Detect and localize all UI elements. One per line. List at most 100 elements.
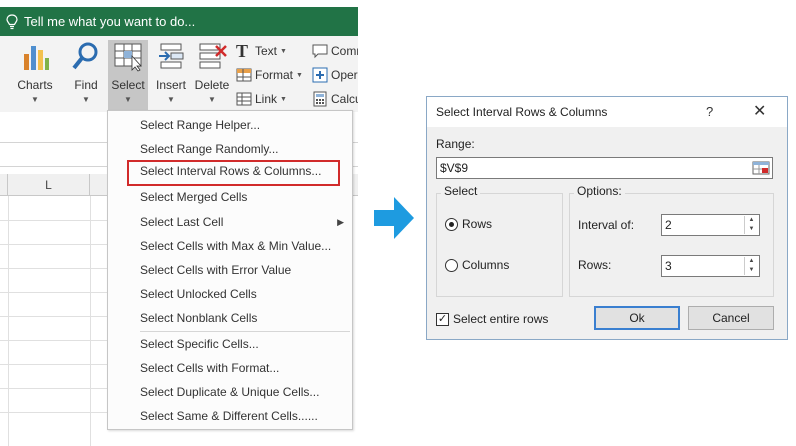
insert-button[interactable]: Insert ▼ xyxy=(152,40,190,110)
find-label: Find xyxy=(74,78,98,92)
grid-line xyxy=(0,220,110,221)
ok-button[interactable]: Ok xyxy=(594,306,680,330)
grid-line xyxy=(0,292,110,293)
menu-item-cells-with-format[interactable]: Select Cells with Format... xyxy=(108,357,352,379)
charts-button[interactable]: Charts ▼ xyxy=(12,40,58,110)
delete-label: Delete xyxy=(194,78,230,92)
menu-item-max-min-value[interactable]: Select Cells with Max & Min Value... xyxy=(108,235,352,257)
column-header-blank xyxy=(0,174,8,196)
tell-me-bar[interactable]: Tell me what you want to do... xyxy=(0,7,358,36)
range-input[interactable]: $V$9 xyxy=(436,157,773,179)
grid-line xyxy=(0,364,110,365)
spin-up-icon[interactable]: ▲ xyxy=(745,216,758,225)
rows-radio[interactable]: Rows xyxy=(445,217,492,231)
chevron-down-icon: ▼ xyxy=(208,95,216,104)
grid-line xyxy=(0,268,110,269)
rows-count-value: 3 xyxy=(665,259,672,273)
range-picker-icon[interactable] xyxy=(752,160,770,176)
spinner-buttons[interactable]: ▲ ▼ xyxy=(744,216,758,234)
grid-line xyxy=(0,412,110,413)
select-group-title: Select xyxy=(441,184,481,198)
close-icon[interactable]: ✕ xyxy=(753,101,766,121)
grid-line xyxy=(0,316,110,317)
menu-item-unlocked-cells[interactable]: Select Unlocked Cells xyxy=(108,283,352,305)
select-cells-icon xyxy=(114,43,142,72)
right-arrow-icon xyxy=(374,197,414,239)
cancel-button[interactable]: Cancel xyxy=(688,306,774,330)
menu-separator xyxy=(140,331,350,332)
grid-line xyxy=(0,244,110,245)
calculator-button[interactable]: Calcu xyxy=(312,91,358,107)
options-group: Options: xyxy=(569,184,774,297)
menu-item-range-helper[interactable]: Select Range Helper... xyxy=(108,114,352,136)
link-label: Link xyxy=(255,92,278,106)
comment-icon xyxy=(312,44,328,59)
chevron-down-icon: ▼ xyxy=(280,47,287,55)
comment-button[interactable]: Comm xyxy=(312,43,358,59)
rows-spinner[interactable]: 3 ▲ ▼ xyxy=(661,255,760,277)
grid-line xyxy=(0,340,110,341)
chevron-down-icon: ▼ xyxy=(82,95,90,104)
radio-selected-icon xyxy=(445,217,458,231)
insert-label: Insert xyxy=(155,78,186,92)
interval-spinner[interactable]: 2 ▲ ▼ xyxy=(661,214,760,236)
format-table-icon xyxy=(236,68,252,82)
bar-chart-icon xyxy=(24,46,49,70)
select-label: Select xyxy=(111,78,145,92)
link-table-icon xyxy=(236,92,252,106)
menu-item-last-cell-label: Select Last Cell xyxy=(140,215,224,229)
interval-dialog: Select Interval Rows & Columns ? ✕ Range… xyxy=(426,96,788,340)
operation-icon xyxy=(312,67,328,83)
menu-item-merged-cells[interactable]: Select Merged Cells xyxy=(108,186,352,208)
menu-item-range-randomly[interactable]: Select Range Randomly... xyxy=(108,138,352,160)
radio-unselected-icon xyxy=(445,258,458,272)
select-entire-rows-label: Select entire rows xyxy=(453,312,549,326)
excel-window: Tell me what you want to do... Charts ▼ … xyxy=(0,0,358,446)
submenu-arrow-icon: ▶ xyxy=(337,217,344,227)
select-entire-rows-checkbox[interactable]: ✓ Select entire rows xyxy=(436,312,548,326)
calculator-icon xyxy=(313,91,327,107)
columns-radio[interactable]: Columns xyxy=(445,258,509,272)
text-button[interactable]: T Text ▼ xyxy=(236,42,287,60)
menu-item-same-different[interactable]: Select Same & Different Cells...... xyxy=(108,405,352,427)
options-group-title: Options: xyxy=(574,184,625,198)
menu-item-error-value[interactable]: Select Cells with Error Value xyxy=(108,259,352,281)
dialog-title: Select Interval Rows & Columns xyxy=(436,105,608,119)
link-button[interactable]: Link ▼ xyxy=(236,91,287,107)
insert-rows-icon xyxy=(159,43,184,69)
menu-item-nonblank-cells[interactable]: Select Nonblank Cells xyxy=(108,307,352,329)
interval-label: Interval of: xyxy=(578,218,635,232)
operation-label: Opera xyxy=(331,68,358,82)
ribbon: Charts ▼ Find ▼ Select ▼ Insert ▼ Delete… xyxy=(0,36,358,112)
column-header-l[interactable]: L xyxy=(8,174,90,196)
operation-button[interactable]: Opera xyxy=(312,67,358,83)
charts-label: Charts xyxy=(17,78,53,92)
format-button[interactable]: Format ▼ xyxy=(236,67,303,83)
spin-up-icon[interactable]: ▲ xyxy=(745,257,758,266)
menu-item-last-cell[interactable]: Select Last Cell ▶ xyxy=(108,211,352,233)
rows-radio-label: Rows xyxy=(462,217,493,231)
checkmark-icon: ✓ xyxy=(436,312,449,326)
grid-line xyxy=(90,196,91,446)
delete-rows-icon xyxy=(199,43,227,69)
find-button[interactable]: Find ▼ xyxy=(66,40,106,110)
menu-item-specific-cells[interactable]: Select Specific Cells... xyxy=(108,333,352,355)
chevron-down-icon: ▼ xyxy=(280,95,287,103)
chevron-down-icon: ▼ xyxy=(31,95,39,104)
calculator-label: Calcu xyxy=(331,92,358,106)
interval-value: 2 xyxy=(665,218,672,232)
select-button[interactable]: Select ▼ xyxy=(108,40,148,110)
delete-button[interactable]: Delete ▼ xyxy=(192,40,232,110)
spin-down-icon[interactable]: ▼ xyxy=(745,225,758,234)
menu-item-interval-rows-columns[interactable]: Select Interval Rows & Columns... xyxy=(127,160,340,186)
format-label: Format xyxy=(255,68,294,82)
spinner-buttons[interactable]: ▲ ▼ xyxy=(744,257,758,275)
text-label: Text xyxy=(255,44,278,58)
magnifier-icon xyxy=(72,42,98,70)
spin-down-icon[interactable]: ▼ xyxy=(745,266,758,275)
select-dropdown-menu: Select Range Helper... Select Range Rand… xyxy=(107,110,353,430)
help-icon[interactable]: ? xyxy=(706,104,713,119)
menu-item-duplicate-unique[interactable]: Select Duplicate & Unique Cells... xyxy=(108,381,352,403)
lightbulb-icon xyxy=(6,13,18,29)
columns-radio-label: Columns xyxy=(462,258,510,272)
